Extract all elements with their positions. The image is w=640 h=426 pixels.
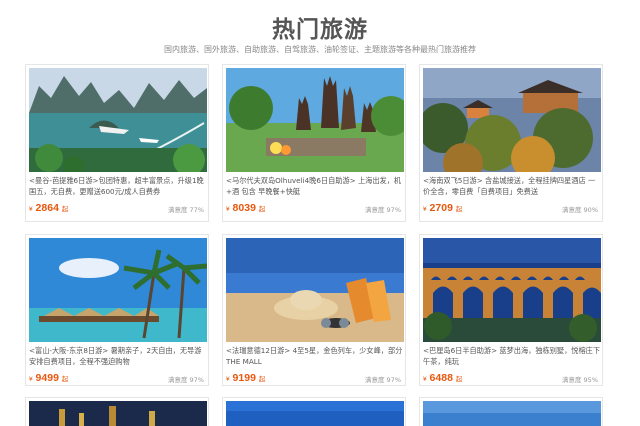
tour-description[interactable]: <曼谷-芭提雅6日游>包团特惠，超丰富景点，升级1晚国五，无自费，更赠送600元…: [29, 175, 207, 199]
tour-card-japan[interactable]: <富山-大阪-东京8日游> 暑期亲子，2天自由，无导游安排自费项目，全程不强迫购…: [25, 234, 209, 386]
aqueduct-night-photo[interactable]: [423, 238, 601, 342]
price-suffix: 起: [61, 206, 69, 213]
tour-price: ¥ 9199 起: [226, 372, 265, 384]
price-value: 9199: [232, 372, 256, 384]
sky-photo[interactable]: [423, 401, 601, 426]
price-suffix: 起: [258, 376, 266, 383]
page-title: 热门旅游: [272, 17, 368, 43]
tour-card-bangkok[interactable]: <曼谷-芭提雅6日游>包团特惠，超丰富景点，升级1晚国五，无自费，更赠送600元…: [25, 64, 209, 222]
price-suffix: 起: [61, 376, 69, 383]
tour-card-bali[interactable]: <巴厘岛6日半自助游> 蓝梦出海，独栋别墅，悦榕庄下午茶，纯玩 ¥ 6488 起…: [419, 234, 603, 386]
price-suffix: 起: [455, 206, 463, 213]
japanese-temple-photo[interactable]: [423, 68, 601, 172]
tour-price: ¥ 9499 起: [29, 372, 68, 384]
satisfaction-rate: 满意度 97%: [364, 376, 401, 384]
tour-card-partial-1[interactable]: [25, 397, 209, 426]
tour-description[interactable]: <巴厘岛6日半自助游> 蓝梦出海，独栋别墅，悦榕庄下午茶，纯玩: [423, 345, 601, 369]
currency-symbol: ¥: [29, 206, 33, 213]
price-value: 9499: [35, 372, 59, 384]
palm-beach-huts-photo[interactable]: [29, 238, 207, 342]
page-subtitle: 国内旅游、国外旅游、自助旅游、自驾旅游、油轮签证、主题旅游等各种最热门旅游推荐: [164, 45, 476, 54]
blue-sky-photo[interactable]: [226, 401, 404, 426]
tour-description[interactable]: <法瑞意德12日游> 4至5星，金色列车，少女峰，部分 THE MALL: [226, 345, 404, 369]
tour-price: ¥ 6488 起: [423, 372, 462, 384]
price-value: 6488: [429, 372, 453, 384]
tour-description[interactable]: <富山-大阪-东京8日游> 暑期亲子，2天自由，无导游安排自费项目，全程不强迫购…: [29, 345, 207, 369]
beach-hat-sandals-photo[interactable]: [226, 238, 404, 342]
halong-bay-photo[interactable]: [29, 68, 207, 172]
price-suffix: 起: [455, 376, 463, 383]
price-value: 2709: [429, 202, 453, 214]
tour-card-maldives[interactable]: <马尔代夫双岛Olhuveli4晚6日自助游> 上海出发，机+酒 包含 早晚餐+…: [222, 64, 406, 222]
satisfaction-rate: 满意度 97%: [364, 206, 401, 214]
satisfaction-rate: 满意度 97%: [167, 376, 204, 384]
currency-symbol: ¥: [423, 206, 427, 213]
tour-card-hainan[interactable]: <海南双飞5日游> 含盐城接送，全程挂牌四星酒店 一价全含，零自费「自费项目」免…: [419, 64, 603, 222]
satisfaction-rate: 满意度 77%: [167, 206, 204, 214]
tour-price: ¥ 2709 起: [423, 202, 462, 214]
bali-temple-photo[interactable]: [226, 68, 404, 172]
satisfaction-rate: 满意度 90%: [561, 206, 598, 214]
currency-symbol: ¥: [226, 376, 230, 383]
tour-card-europe[interactable]: <法瑞意德12日游> 4至5星，金色列车，少女峰，部分 THE MALL ¥ 9…: [222, 234, 406, 386]
tour-description[interactable]: <海南双飞5日游> 含盐城接送，全程挂牌四星酒店 一价全含，零自费「自费项目」免…: [423, 175, 601, 199]
tour-card-partial-2[interactable]: [222, 397, 406, 426]
tour-price: ¥ 8039 起: [226, 202, 265, 214]
price-suffix: 起: [258, 206, 266, 213]
currency-symbol: ¥: [29, 376, 33, 383]
currency-symbol: ¥: [423, 376, 427, 383]
tour-description[interactable]: <马尔代夫双岛Olhuveli4晚6日自助游> 上海出发，机+酒 包含 早晚餐+…: [226, 175, 404, 199]
city-night-photo[interactable]: [29, 401, 207, 426]
currency-symbol: ¥: [226, 206, 230, 213]
tour-card-partial-3[interactable]: [419, 397, 603, 426]
price-value: 8039: [232, 202, 256, 214]
tour-price: ¥ 2864 起: [29, 202, 68, 214]
satisfaction-rate: 满意度 95%: [561, 376, 598, 384]
price-value: 2864: [35, 202, 59, 214]
